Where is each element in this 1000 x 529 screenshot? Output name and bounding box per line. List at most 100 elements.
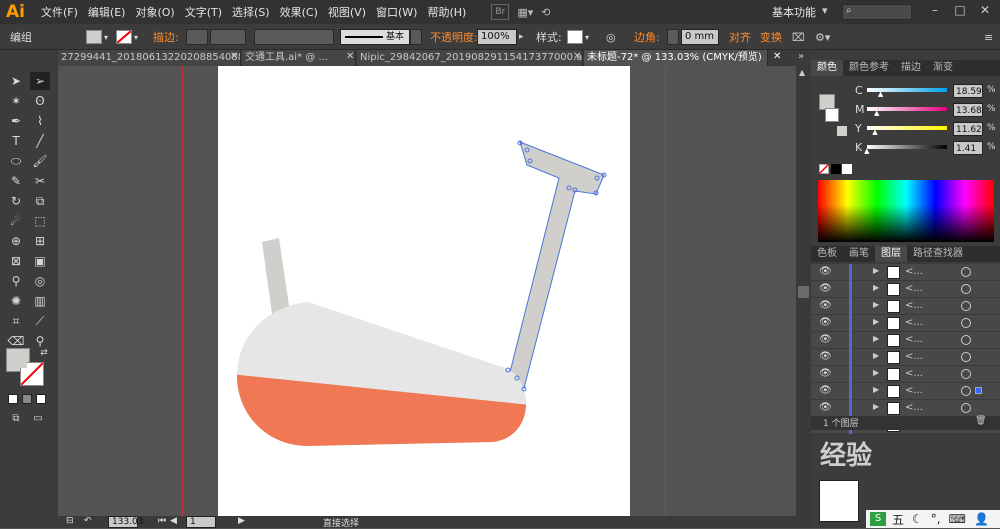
expand-arrow-icon[interactable]: ▶ bbox=[873, 300, 879, 309]
layer-thumbnail bbox=[887, 385, 900, 398]
layer-name: <... bbox=[905, 266, 923, 277]
transparency-thumbnail bbox=[819, 480, 859, 522]
none-swatch[interactable] bbox=[819, 164, 829, 174]
target-icon[interactable] bbox=[961, 284, 971, 294]
sogou-icon[interactable]: S bbox=[870, 512, 886, 526]
expand-arrow-icon[interactable]: ▶ bbox=[873, 368, 879, 377]
target-icon[interactable] bbox=[961, 352, 971, 362]
target-icon[interactable] bbox=[961, 335, 971, 345]
visibility-eye-icon[interactable]: 👁 bbox=[819, 317, 832, 329]
current-tool-label: 直接选择 bbox=[323, 519, 360, 529]
layer-row[interactable]: 👁 ▶ <... bbox=[811, 332, 1000, 349]
next-page-icon[interactable]: ▶ bbox=[238, 516, 245, 526]
layer-row[interactable]: 👁 ▶ <... bbox=[811, 383, 1000, 400]
expand-arrow-icon[interactable]: ▶ bbox=[873, 351, 879, 360]
layer-color-bar bbox=[849, 400, 852, 417]
punctuation-icon[interactable]: °, bbox=[931, 512, 941, 526]
rotate-view-icon[interactable]: ↶ bbox=[84, 516, 92, 526]
color-panel-tabs: 颜色 颜色参考 描边 渐变 bbox=[811, 60, 1000, 76]
visibility-eye-icon[interactable]: 👁 bbox=[819, 385, 832, 397]
tab-color[interactable]: 颜色 bbox=[811, 60, 843, 76]
black-swatch[interactable] bbox=[831, 164, 841, 174]
layer-row[interactable]: 👁 ▶ <... bbox=[811, 315, 1000, 332]
layer-row[interactable]: 👁 ▶ <... bbox=[811, 349, 1000, 366]
visibility-eye-icon[interactable]: 👁 bbox=[819, 351, 832, 363]
handlebar-frame-shape[interactable] bbox=[507, 141, 605, 389]
visibility-eye-icon[interactable]: 👁 bbox=[819, 402, 832, 414]
layer-row[interactable]: 👁 ▶ <... bbox=[811, 264, 1000, 281]
seat-post-shape[interactable] bbox=[262, 238, 290, 314]
tab-brushes[interactable]: 画笔 bbox=[843, 246, 875, 262]
prev-page-icon[interactable]: ◀ bbox=[170, 516, 177, 526]
ime-toolbar: S 五 ☾ °, ⌨ 👤 bbox=[866, 510, 1000, 528]
layer-name: <... bbox=[905, 385, 923, 396]
slider-yellow[interactable]: Y ▲ 11.62 % bbox=[811, 122, 1000, 142]
layer-thumbnail bbox=[887, 351, 900, 364]
slider-magenta[interactable]: M ▲ 13.68 % bbox=[811, 103, 1000, 123]
layer-color-bar bbox=[849, 349, 852, 366]
zoom-field[interactable]: 133.03 bbox=[108, 516, 144, 528]
vertical-scrollbar[interactable]: ▲ bbox=[796, 66, 811, 518]
moon-icon[interactable]: ☾ bbox=[912, 512, 923, 526]
slider-knob[interactable]: ▲ bbox=[878, 90, 883, 98]
visibility-eye-icon[interactable]: 👁 bbox=[819, 334, 832, 346]
slider-knob[interactable]: ▲ bbox=[864, 147, 869, 155]
tab-gradient[interactable]: 渐变 bbox=[927, 60, 959, 76]
tab-pathfinder[interactable]: 路径查找器 bbox=[907, 246, 969, 262]
slider-track[interactable] bbox=[867, 145, 947, 149]
layer-name: <... bbox=[905, 283, 923, 294]
layer-color-bar bbox=[849, 366, 852, 383]
watermark: 经验 bbox=[820, 441, 873, 471]
target-icon[interactable] bbox=[961, 369, 971, 379]
person-icon[interactable]: 👤 bbox=[974, 512, 989, 526]
tab-color-guide[interactable]: 颜色参考 bbox=[843, 60, 895, 76]
layer-row[interactable]: 👁 ▶ <... bbox=[811, 366, 1000, 383]
layer-thumbnail bbox=[887, 317, 900, 330]
white-swatch[interactable] bbox=[842, 164, 852, 174]
expand-arrow-icon[interactable]: ▶ bbox=[873, 385, 879, 394]
slider-black[interactable]: K ▲ 1.41 % bbox=[811, 141, 1000, 161]
layer-row[interactable]: 👁 ▶ <... bbox=[811, 298, 1000, 315]
page-field[interactable]: 1 bbox=[186, 516, 216, 528]
expand-arrow-icon[interactable]: ▶ bbox=[873, 317, 879, 326]
layer-thumbnail bbox=[887, 402, 900, 415]
keyboard-icon[interactable]: ⌨ bbox=[949, 512, 966, 526]
tab-layers[interactable]: 图层 bbox=[875, 246, 907, 262]
layer-thumbnail bbox=[887, 300, 900, 313]
slider-cyan[interactable]: C ▲ 18.59 % bbox=[811, 84, 1000, 104]
visibility-eye-icon[interactable]: 👁 bbox=[819, 300, 832, 312]
slider-track[interactable] bbox=[867, 126, 947, 130]
layer-name: <... bbox=[905, 368, 923, 379]
first-page-icon[interactable]: ⏮ bbox=[158, 516, 166, 526]
target-icon[interactable] bbox=[961, 386, 971, 396]
bike-body-group[interactable] bbox=[230, 295, 540, 460]
tab-swatches[interactable]: 色板 bbox=[811, 246, 843, 262]
target-icon[interactable] bbox=[961, 403, 971, 413]
color-spectrum-picker[interactable] bbox=[818, 180, 994, 242]
expand-arrow-icon[interactable]: ▶ bbox=[873, 283, 879, 292]
expand-arrow-icon[interactable]: ▶ bbox=[873, 266, 879, 275]
visibility-eye-icon[interactable]: 👁 bbox=[819, 283, 832, 295]
expand-arrow-icon[interactable]: ▶ bbox=[873, 402, 879, 411]
layer-name: <... bbox=[905, 351, 923, 362]
expand-arrow-icon[interactable]: ▶ bbox=[873, 334, 879, 343]
scroll-thumb[interactable] bbox=[798, 286, 809, 298]
slider-knob[interactable]: ▲ bbox=[874, 109, 879, 117]
slider-knob[interactable]: ▲ bbox=[872, 128, 877, 136]
visibility-eye-icon[interactable]: 👁 bbox=[819, 368, 832, 380]
tab-stroke[interactable]: 描边 bbox=[895, 60, 927, 76]
layer-color-bar bbox=[849, 383, 852, 400]
layer-thumbnail bbox=[887, 266, 900, 279]
layer-name: <... bbox=[905, 317, 923, 328]
status-bar: ⊟ ↶ 133.03 ⏮ ◀ 1 ▶ 直接选择 bbox=[58, 516, 811, 529]
target-icon[interactable] bbox=[961, 267, 971, 277]
delete-layer-icon[interactable]: 🗑 bbox=[975, 416, 986, 426]
scroll-up-icon[interactable]: ▲ bbox=[799, 68, 805, 77]
layer-row[interactable]: 👁 ▶ <... bbox=[811, 400, 1000, 417]
layer-name: <... bbox=[905, 334, 923, 345]
visibility-eye-icon[interactable]: 👁 bbox=[819, 266, 832, 278]
target-icon[interactable] bbox=[961, 301, 971, 311]
layer-row[interactable]: 👁 ▶ <... bbox=[811, 281, 1000, 298]
target-icon[interactable] bbox=[961, 318, 971, 328]
ime-mode-label[interactable]: 五 bbox=[892, 511, 904, 528]
